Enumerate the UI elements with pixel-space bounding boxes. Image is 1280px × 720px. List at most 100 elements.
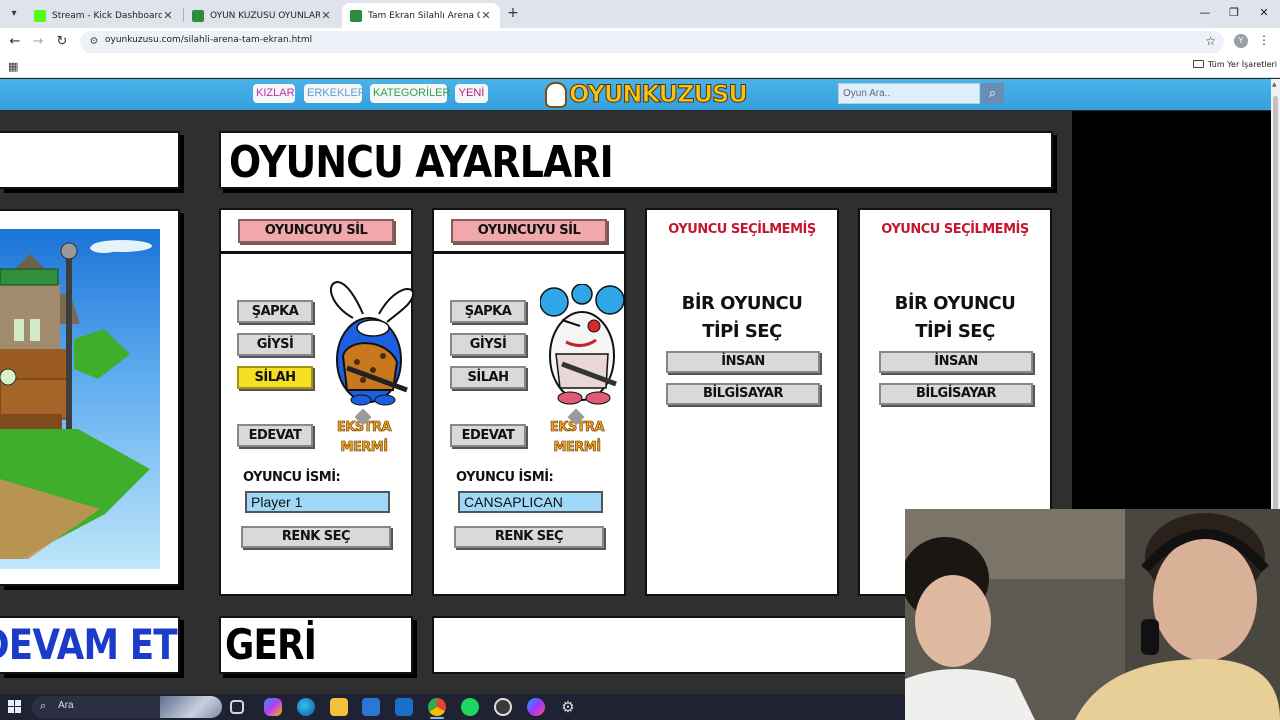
tab-kick-dashboard[interactable]: Stream - Kick Dashboard ✕ <box>26 3 182 28</box>
close-tab-icon[interactable]: ✕ <box>320 9 332 22</box>
continue-button[interactable]: DEVAM ET <box>0 616 180 674</box>
extra-ammo-button[interactable]: EKSTRA MERMİ <box>548 408 606 464</box>
tab-search-icon[interactable]: ▾ <box>4 4 24 24</box>
copilot-icon[interactable] <box>264 698 282 716</box>
task-view-icon[interactable] <box>230 700 244 714</box>
close-window-icon[interactable]: ✕ <box>1249 4 1279 22</box>
nav-kizlar[interactable]: KIZLAR <box>253 84 295 103</box>
weapon-button[interactable]: SİLAH <box>237 366 313 389</box>
store-icon[interactable] <box>362 698 380 716</box>
player-name-input[interactable]: Player 1 <box>245 491 390 513</box>
windows-taskbar: ⌕ Ara ⚙ <box>0 694 905 720</box>
site-search-button[interactable]: ⌕ <box>981 83 1004 104</box>
outfit-button[interactable]: GİYSİ <box>237 333 313 356</box>
obs-icon[interactable] <box>494 698 512 716</box>
player-name-input[interactable]: CANSAPLICAN <box>458 491 603 513</box>
minimize-icon[interactable]: — <box>1190 4 1220 22</box>
blue-rabbit-character <box>329 280 415 406</box>
taskbar-search-label: Ara <box>58 700 74 711</box>
messenger-icon[interactable] <box>527 698 545 716</box>
all-bookmarks-folder[interactable]: Tüm Yer İşaretleri <box>1193 60 1277 69</box>
mail-icon[interactable] <box>395 698 413 716</box>
nav-kategoriler[interactable]: KATEGORİLER <box>370 84 450 103</box>
continue-label: DEVAM ET <box>0 620 178 669</box>
menu-kebab-icon[interactable]: ⋮ <box>1258 33 1270 47</box>
scroll-up-arrow-icon[interactable]: ▲ <box>1272 81 1277 88</box>
page-title: OYUNCU AYARLARI <box>229 137 614 188</box>
weapon-button[interactable]: SİLAH <box>450 366 526 389</box>
player-card-header: OYUNCUYU SİL <box>221 210 411 254</box>
taskbar-search-box[interactable]: ⌕ Ara <box>32 696 222 718</box>
close-tab-icon[interactable]: ✕ <box>480 9 492 22</box>
apps-grid-icon[interactable]: ▦ <box>8 60 18 73</box>
back-arrow-icon[interactable]: ← <box>6 33 24 51</box>
url-text[interactable]: oyunkuzusu.com/silahli-arena-tam-ekran.h… <box>105 35 312 45</box>
human-button[interactable]: İNSAN <box>666 351 820 373</box>
file-explorer-icon[interactable] <box>330 698 348 716</box>
back-button[interactable]: GERİ <box>219 616 413 674</box>
extra-ammo-button[interactable]: EKSTRA MERMİ <box>335 408 393 464</box>
player-card-header: OYUNCUYU SİL <box>434 210 624 254</box>
settings-icon[interactable]: ⚙ <box>559 698 577 716</box>
tab-silahli-arena[interactable]: Tam Ekran Silahlı Arena Oyna ✕ <box>342 3 500 28</box>
game-black-margin <box>1072 111 1271 509</box>
chrome-icon[interactable] <box>428 698 446 716</box>
chrome-active-indicator <box>430 717 444 719</box>
nav-yeni[interactable]: YENİ <box>455 84 488 103</box>
tab-oyun-kuzusu[interactable]: OYUN KUZUSU OYUNLAR ++ ✕ <box>184 3 340 28</box>
choose-color-button[interactable]: RENK SEÇ <box>241 526 391 548</box>
equipment-button[interactable]: EDEVAT <box>237 424 313 447</box>
tab-title: OYUN KUZUSU OYUNLAR ++ <box>210 10 320 21</box>
forward-arrow-icon[interactable]: → <box>29 33 47 51</box>
outfit-button[interactable]: GİYSİ <box>450 333 526 356</box>
new-tab-button[interactable]: + <box>504 4 522 22</box>
delete-player-button[interactable]: OYUNCUYU SİL <box>451 219 607 243</box>
player-settings-title-panel: OYUNCU AYARLARI <box>219 131 1053 189</box>
site-info-icon[interactable]: ⚙ <box>86 34 102 50</box>
floating-island-scene <box>0 240 152 559</box>
site-logo[interactable]: OYUNKUZUSU <box>545 79 750 110</box>
nav-erkekler[interactable]: ERKEKLER <box>304 84 366 103</box>
delete-player-button[interactable]: OYUNCUYU SİL <box>238 219 394 243</box>
spotify-icon[interactable] <box>461 698 479 716</box>
player-1-card: OYUNCUYU SİL ŞAPKA GİYSİ SİLAH EDEVAT EK… <box>219 208 415 596</box>
close-tab-icon[interactable]: ✕ <box>162 9 174 22</box>
site-search-input[interactable]: Oyun Ara.. <box>838 83 980 104</box>
choose-player-type-label: BİR OYUNCU TİPİ SEÇ <box>894 293 1016 342</box>
webcam-overlay <box>905 509 1280 720</box>
nav-label: YENİ <box>458 87 485 99</box>
restore-icon[interactable]: ❐ <box>1219 4 1249 22</box>
logo-text: OYUNKUZUSU <box>569 80 749 109</box>
equipment-button[interactable]: EDEVAT <box>450 424 526 447</box>
extra-ammo-label: EKSTRA MERMİ <box>336 420 392 456</box>
hat-button[interactable]: ŞAPKA <box>450 300 526 323</box>
profile-avatar[interactable]: Y <box>1234 34 1248 48</box>
computer-button[interactable]: BİLGİSAYAR <box>666 383 820 405</box>
back-label: GERİ <box>225 620 317 669</box>
tab-title: Stream - Kick Dashboard <box>52 10 162 21</box>
bookmarks-bar: ▦ Tüm Yer İşaretleri <box>0 56 1280 78</box>
player-name-label: OYUNCU İSMİ: <box>456 470 554 485</box>
bookmarks-folder-label: Tüm Yer İşaretleri <box>1208 60 1278 69</box>
site-header: KIZLAR ERKEKLER KATEGORİLER YENİ OYUNKUZ… <box>0 79 1271 110</box>
tab-title: Tam Ekran Silahlı Arena Oyna <box>368 10 480 21</box>
choose-color-button[interactable]: RENK SEÇ <box>454 526 604 548</box>
map-preview-panel[interactable] <box>0 209 180 586</box>
computer-button[interactable]: BİLGİSAYAR <box>879 383 1033 405</box>
oyunkuzusu-favicon-icon <box>350 9 362 22</box>
left-top-panel <box>0 131 180 189</box>
no-player-selected-label: OYUNCU SEÇİLMEMİŞ <box>668 222 816 237</box>
windows-start-icon[interactable] <box>8 700 22 714</box>
nav-label: ERKEKLER <box>307 87 366 99</box>
human-button[interactable]: İNSAN <box>879 351 1033 373</box>
address-bar[interactable]: ⚙ oyunkuzusu.com/silahli-arena-tam-ekran… <box>80 31 1224 53</box>
choose-player-type-label: BİR OYUNCU TİPİ SEÇ <box>681 293 803 342</box>
edge-icon[interactable] <box>297 698 315 716</box>
hat-button[interactable]: ŞAPKA <box>237 300 313 323</box>
bookmark-star-icon[interactable]: ☆ <box>1205 34 1216 48</box>
extra-ammo-label: EKSTRA MERMİ <box>549 420 605 456</box>
webcam-feed <box>905 509 1280 720</box>
search-highlight-image <box>160 696 222 718</box>
reload-icon[interactable]: ↻ <box>53 33 71 51</box>
player-name-label: OYUNCU İSMİ: <box>243 470 341 485</box>
